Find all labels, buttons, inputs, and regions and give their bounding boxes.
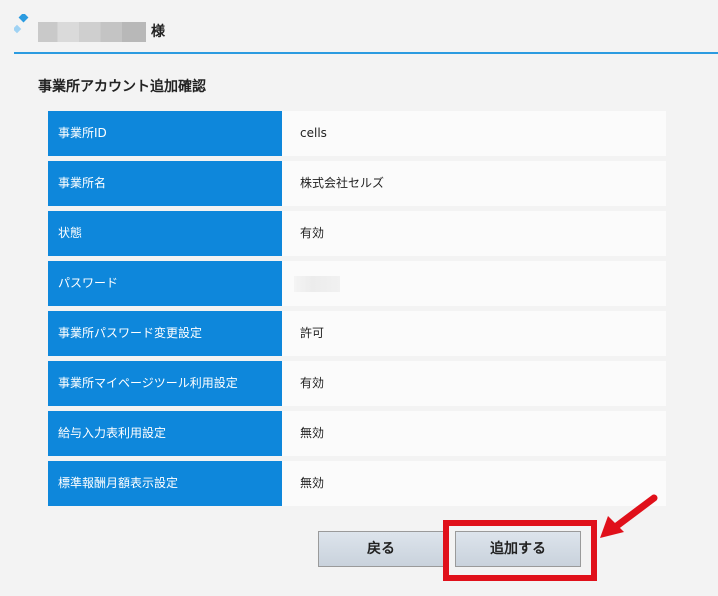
row-value: 有効	[282, 361, 666, 406]
header-bar: 様	[0, 0, 718, 56]
table-row-mypage-tool: 事業所マイページツール利用設定 有効	[48, 361, 666, 406]
header-divider	[14, 52, 718, 54]
table-row-office-id: 事業所ID cells	[48, 111, 666, 156]
diamond-decoration-icon	[14, 14, 29, 34]
row-value: 許可	[282, 311, 666, 356]
row-value: 株式会社セルズ	[282, 161, 666, 206]
row-label: 給与入力表利用設定	[48, 411, 282, 456]
row-label: 事業所パスワード変更設定	[48, 311, 282, 356]
add-button[interactable]: 追加する	[455, 531, 581, 567]
page-title: 事業所アカウント追加確認	[38, 79, 206, 95]
user-honorific: 様	[151, 24, 165, 40]
row-value: 無効	[282, 411, 666, 456]
back-button[interactable]: 戻る	[318, 531, 444, 567]
table-row-password-change: 事業所パスワード変更設定 許可	[48, 311, 666, 356]
row-label: 事業所ID	[48, 111, 282, 156]
row-label: 標準報酬月額表示設定	[48, 461, 282, 506]
row-value: 無効	[282, 461, 666, 506]
row-label: パスワード	[48, 261, 282, 306]
row-label: 状態	[48, 211, 282, 256]
details-table: 事業所ID cells 事業所名 株式会社セルズ 状態 有効 パスワード 事業所…	[48, 111, 666, 511]
confirmation-page: 様 事業所アカウント追加確認 事業所ID cells 事業所名 株式会社セルズ …	[0, 0, 718, 596]
row-label: 事業所マイページツール利用設定	[48, 361, 282, 406]
table-row-salary-input: 給与入力表利用設定 無効	[48, 411, 666, 456]
row-value-password	[282, 261, 666, 306]
table-row-standard-remuneration: 標準報酬月額表示設定 無効	[48, 461, 666, 506]
row-value: cells	[282, 111, 666, 156]
row-value: 有効	[282, 211, 666, 256]
user-name-redacted	[38, 22, 146, 42]
password-redacted	[294, 275, 340, 292]
row-label: 事業所名	[48, 161, 282, 206]
table-row-password: パスワード	[48, 261, 666, 306]
table-row-status: 状態 有効	[48, 211, 666, 256]
table-row-office-name: 事業所名 株式会社セルズ	[48, 161, 666, 206]
